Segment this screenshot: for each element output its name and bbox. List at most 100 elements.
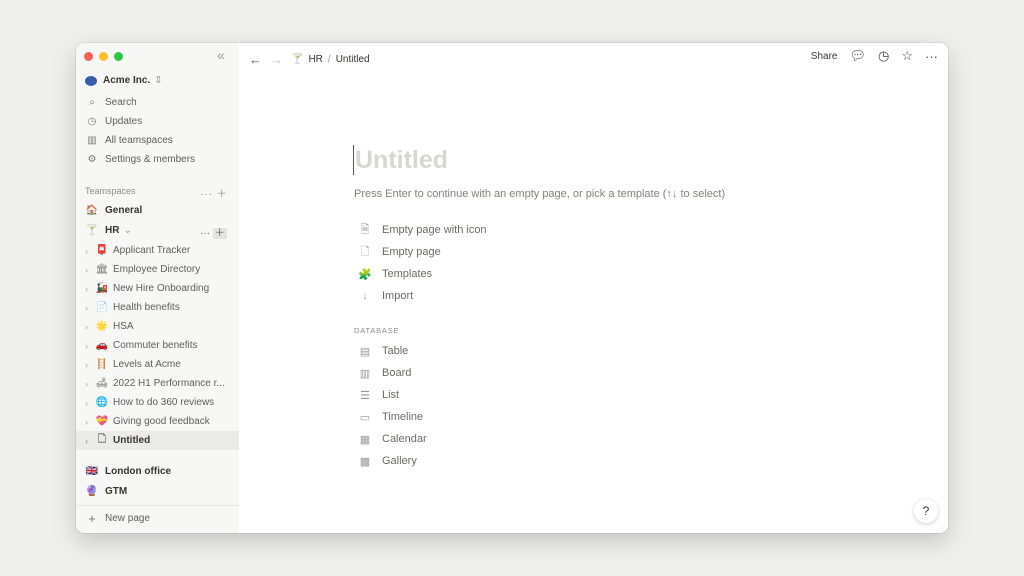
sidebar-item-settings-members[interactable]: ⚙ Settings & members (76, 150, 239, 169)
chevron-right-icon[interactable]: › (85, 360, 95, 370)
hr-icon: 🍸 (85, 225, 99, 236)
chevron-right-icon[interactable]: › (85, 436, 95, 446)
chevron-right-icon[interactable]: › (85, 303, 95, 313)
workspace-logo-icon (85, 75, 97, 86)
building-icon: ▥ (87, 135, 97, 146)
app-window: « Acme Inc. ⇕ ⌕ Search ◷ Updates ▥ All teamsp… (76, 43, 948, 533)
template-option[interactable]: 🗋 Empty page (358, 242, 441, 262)
help-button[interactable]: ? (914, 499, 938, 523)
chevron-right-icon[interactable]: › (85, 417, 95, 427)
sidebar-item-updates[interactable]: ◷ Updates (76, 112, 239, 131)
hr-icon: 🍸 (291, 53, 304, 65)
teamspace-item[interactable]: 🇬🇧 London office (76, 462, 239, 481)
sidebar-page[interactable]: › 💝 Giving good feedback (76, 412, 239, 431)
sidebar-item-all-teamspaces[interactable]: ▥ All teamspaces (76, 131, 239, 150)
database-option[interactable]: ▤ Table (358, 341, 409, 361)
option-icon: 🧩 (358, 268, 372, 281)
page-emoji-icon: 🛋 (95, 378, 109, 389)
page-emoji-icon: 🗋 (97, 434, 107, 445)
option-icon: 🗋 (360, 245, 370, 258)
sidebar-item-search[interactable]: ⌕ Search (76, 93, 239, 112)
database-option[interactable]: ▥ Board (358, 363, 412, 383)
database-header: DATABASE (354, 326, 400, 335)
chevron-right-icon[interactable]: › (85, 398, 95, 408)
teamspace-emoji-icon: 🇬🇧 (85, 466, 99, 477)
search-icon: ⌕ (89, 97, 95, 108)
database-option[interactable]: ▦ Calendar (358, 429, 427, 449)
page-emoji-icon: 🚂 (95, 283, 109, 294)
topbar-actions: Share 💬︎ ◷ ☆ ··· (811, 48, 938, 64)
sidebar-page[interactable]: › 🪜 Levels at Acme (76, 355, 239, 374)
teamspaces-actions[interactable]: ··· ＋ (200, 185, 228, 200)
template-option[interactable]: 🗎 Empty page with icon (358, 220, 487, 240)
page-emoji-icon: 🪜 (95, 359, 109, 370)
chevron-right-icon[interactable]: › (85, 341, 95, 351)
chevron-right-icon[interactable]: › (85, 246, 95, 256)
sidebar-page[interactable]: › 🚗 Commuter benefits (76, 336, 239, 355)
database-icon: ▦ (359, 433, 371, 446)
sidebar-page[interactable]: › 🌐 How to do 360 reviews (76, 393, 239, 412)
home-icon: 🏠 (85, 205, 99, 216)
plus-icon: + (88, 511, 96, 526)
zoom-window-button[interactable] (114, 52, 123, 61)
page-emoji-icon: 🏛 (95, 264, 109, 275)
sidebar-page[interactable]: › 🗋 Untitled (76, 431, 239, 450)
option-icon: 🗎 (360, 223, 370, 236)
back-arrow-icon[interactable]: ← (249, 52, 262, 67)
breadcrumb-hr[interactable]: HR (308, 54, 322, 65)
breadcrumb-untitled[interactable]: Untitled (336, 54, 370, 65)
gear-icon: ⚙ (87, 154, 97, 165)
sidebar-page[interactable]: › 📮 Applicant Tracker (76, 241, 239, 260)
database-icon: ▥ (359, 367, 371, 380)
page-emoji-icon: 🚗 (95, 340, 109, 351)
main-content: ← → 🍸 HR / Untitled Share 💬︎ ◷ ☆ ··· Unt… (239, 43, 948, 533)
sidebar-page[interactable]: › 🛋 2022 H1 Performance r... (76, 374, 239, 393)
teamspace-general[interactable]: 🏠 General (76, 201, 239, 220)
database-option[interactable]: ▩ Gallery (358, 451, 417, 471)
page-emoji-icon: 🌐 (95, 397, 109, 408)
close-window-button[interactable] (84, 52, 93, 61)
chevron-right-icon[interactable]: › (85, 265, 95, 275)
database-icon: ▭ (359, 411, 371, 424)
sidebar-page[interactable]: › 🏛 Employee Directory (76, 260, 239, 279)
history-clock-icon[interactable]: ◷ (878, 48, 889, 64)
forward-arrow-icon[interactable]: → (270, 52, 283, 67)
page-title-input[interactable]: Untitled (353, 145, 448, 175)
hr-add-page-button[interactable]: ··· ＋ (200, 224, 227, 239)
option-icon: ↓ (362, 290, 368, 302)
divider (76, 505, 239, 506)
chevron-right-icon[interactable]: › (85, 379, 95, 389)
sidebar-page[interactable]: › 📄 Health benefits (76, 298, 239, 317)
database-icon: ▩ (359, 455, 371, 468)
breadcrumb: 🍸 HR / Untitled (291, 53, 370, 65)
teamspace-emoji-icon: 🔮 (85, 486, 99, 497)
page-emoji-icon: 📄 (95, 302, 109, 313)
sidebar-page[interactable]: › 🚂 New Hire Onboarding (76, 279, 239, 298)
comment-icon[interactable]: 💬︎ (849, 48, 866, 64)
chevron-down-icon: ⌄ (123, 225, 132, 236)
minimize-window-button[interactable] (99, 52, 108, 61)
chevron-right-icon[interactable]: › (85, 322, 95, 332)
page-emoji-icon: 🌟 (95, 321, 109, 332)
teamspace-item[interactable]: 🔮 GTM (76, 482, 239, 501)
template-hint: Press Enter to continue with an empty pa… (354, 188, 726, 200)
database-icon: ▤ (359, 345, 371, 358)
database-option[interactable]: ☰ List (358, 385, 399, 405)
page-emoji-icon: 💝 (95, 416, 109, 427)
teamspaces-header: Teamspaces (85, 186, 136, 196)
template-option[interactable]: 🧩 Templates (358, 264, 432, 284)
database-option[interactable]: ▭ Timeline (358, 407, 423, 427)
sidebar-page[interactable]: › 🌟 HSA (76, 317, 239, 336)
workspace-switcher[interactable]: Acme Inc. ⇕ (76, 71, 239, 90)
favorite-star-icon[interactable]: ☆ (901, 48, 913, 64)
new-page-button[interactable]: + New page (76, 509, 239, 528)
chevron-updown-icon: ⇕ (154, 75, 163, 86)
sidebar: « Acme Inc. ⇕ ⌕ Search ◷ Updates ▥ All teamsp… (76, 43, 239, 533)
more-options-icon[interactable]: ··· (925, 49, 938, 64)
share-button[interactable]: Share (811, 51, 838, 62)
database-icon: ☰ (360, 389, 370, 402)
window-controls (84, 52, 123, 61)
collapse-sidebar-icon[interactable]: « (217, 47, 225, 63)
chevron-right-icon[interactable]: › (85, 284, 95, 294)
template-option[interactable]: ↓ Import (358, 286, 413, 306)
